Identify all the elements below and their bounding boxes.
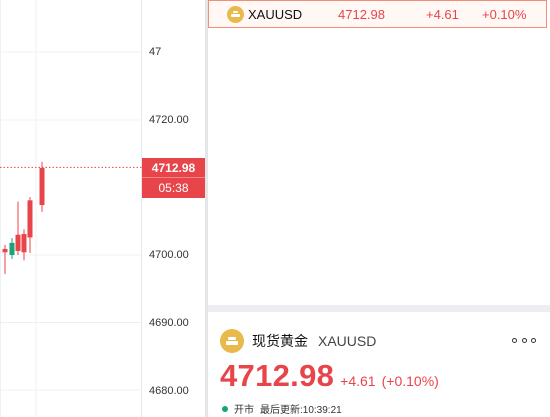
candle-body (9, 242, 15, 255)
quote-header: 现货黄金 XAUUSD (220, 329, 376, 353)
instrument-name: 现货黄金 (252, 333, 308, 349)
candle-countdown: 05:38 (158, 181, 189, 195)
quote-change: +4.61 (340, 373, 376, 389)
app-root: 47 4720.00 4700.00 4690.00 4680.00 4712.… (0, 0, 550, 417)
watchlist-change: +4.61 (426, 6, 459, 22)
quote-price-row: 4712.98 +4.61 (+0.10%) (220, 358, 439, 394)
market-status: 开市 (234, 405, 254, 416)
gold-bar-icon (220, 329, 244, 353)
watchlist-row-xauusd[interactable]: XAUUSD 4712.98 +4.61 +0.10% (208, 0, 547, 28)
last-updated: 最后更新:10:39:21 (260, 405, 342, 416)
candle-body (21, 234, 27, 253)
panel-separator (208, 305, 550, 312)
candlestick-chart[interactable]: 47 4720.00 4700.00 4690.00 4680.00 4712.… (0, 0, 205, 417)
y-axis-label: 4680.00 (149, 385, 189, 397)
candle-body (39, 167, 45, 206)
quote-change-percent: (+0.10%) (381, 373, 439, 389)
candle-body (15, 234, 21, 251)
y-axis-label: 4720.00 (149, 114, 189, 126)
y-axis-label: 4690.00 (149, 317, 189, 329)
status-dot-icon (222, 405, 228, 412)
gold-bar-icon (227, 5, 244, 23)
watchlist-price: 4712.98 (338, 6, 385, 22)
candle-body (2, 248, 8, 253)
more-icon[interactable] (512, 334, 536, 346)
instrument-code: XAUUSD (318, 333, 377, 349)
market-status-row: 开市 最后更新:10:39:21 (222, 401, 342, 416)
current-price-value: 4712.98 (142, 158, 205, 178)
quote-price: 4712.98 (220, 358, 335, 393)
watchlist-panel: XAUUSD 4712.98 +4.61 +0.10% (208, 0, 550, 305)
watchlist-change-percent: +0.10% (482, 6, 527, 22)
chart-canvas[interactable] (0, 0, 205, 417)
quote-detail-panel: 现货黄金 XAUUSD 4712.98 +4.61 (+0.10%) 开市 最后… (208, 312, 550, 417)
watchlist-symbol: XAUUSD (248, 6, 303, 22)
current-price-tag: 4712.98 05:38 (142, 158, 205, 198)
y-axis-label: 47 (149, 46, 162, 58)
candle-body (27, 200, 33, 238)
y-axis-label: 4700.00 (149, 249, 189, 261)
